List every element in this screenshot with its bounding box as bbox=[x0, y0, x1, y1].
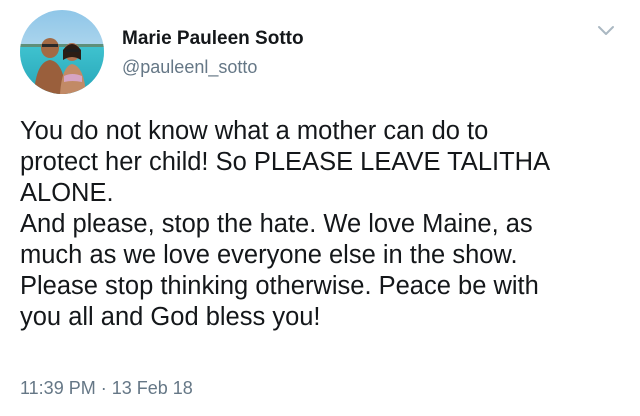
tweet-text-line: ALONE. bbox=[20, 179, 114, 207]
tweet-text-line: And please, stop the hate. We love Maine… bbox=[20, 210, 533, 238]
chevron-down-icon[interactable] bbox=[596, 24, 616, 38]
tweet-text-line: You do not know what a mother can do to bbox=[20, 117, 489, 145]
tweet-text-line: protect her child! So PLEASE LEAVE TALIT… bbox=[20, 148, 551, 176]
author-display-name[interactable]: Marie Pauleen Sotto bbox=[122, 28, 304, 50]
tweet-card: Marie Pauleen Sotto @pauleenl_sotto You … bbox=[0, 0, 640, 416]
avatar-photo bbox=[20, 10, 104, 94]
tweet-text-line: you all and God bless you! bbox=[20, 303, 321, 331]
tweet-text-line: much as we love everyone else in the sho… bbox=[20, 241, 518, 269]
tweet-text-line: Please stop thinking otherwise. Peace be… bbox=[20, 272, 539, 300]
author-handle[interactable]: @pauleenl_sotto bbox=[122, 57, 257, 78]
tweet-timestamp[interactable]: 11:39 PM · 13 Feb 18 bbox=[20, 378, 193, 399]
tweet-text: You do not know what a mother can do to … bbox=[20, 116, 624, 333]
avatar[interactable] bbox=[20, 10, 104, 94]
